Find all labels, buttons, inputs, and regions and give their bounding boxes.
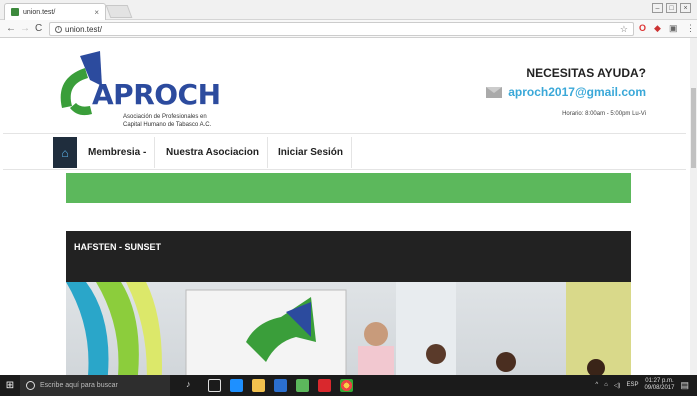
new-tab-button[interactable] — [105, 5, 133, 18]
nav-item-asociacion[interactable]: Nuestra Asociacion — [158, 137, 268, 168]
close-window-button[interactable]: × — [680, 3, 691, 13]
volume-icon[interactable]: ◁) — [614, 382, 621, 389]
featured-card: HAFSTEN - SUNSET — [66, 231, 631, 375]
tab-close-button[interactable]: × — [94, 8, 99, 17]
app-icon[interactable] — [296, 379, 309, 392]
clock[interactable]: 01:27 p.m. 09/08/2017 — [644, 378, 674, 392]
task-view-icon[interactable] — [208, 379, 221, 392]
clock-date: 09/08/2017 — [644, 385, 675, 391]
search-placeholder: Escribe aquí para buscar — [40, 382, 118, 389]
logo-subtitle: Asociación de Profesionales en — [123, 114, 207, 120]
extension-icon[interactable]: ▣ — [669, 23, 678, 34]
reload-icon[interactable]: C — [35, 23, 42, 34]
main-navigation: ⌂ Membresia - Nuestra Asociacion Iniciar… — [3, 133, 686, 170]
back-arrow-icon[interactable]: ← — [6, 23, 16, 34]
scrollbar-thumb[interactable] — [691, 88, 696, 168]
browser-tab[interactable]: union.test/ × — [4, 3, 106, 20]
card-title: HAFSTEN - SUNSET — [66, 231, 631, 282]
mail-icon — [486, 86, 503, 98]
windows-start-icon[interactable]: ⊞ — [0, 375, 20, 396]
logo-subtitle: Capital Humano de Tabasco A.C. — [123, 122, 212, 128]
green-banner — [66, 173, 631, 203]
minimize-button[interactable]: – — [652, 3, 663, 13]
network-icon[interactable]: ⌂ — [604, 382, 608, 388]
info-icon[interactable]: i — [55, 25, 62, 33]
email-text: aproch2017@gmail.com — [508, 85, 646, 99]
card-image — [66, 282, 631, 375]
opera-extension-icon[interactable]: O — [639, 23, 646, 33]
bookmark-star-icon[interactable]: ☆ — [620, 24, 628, 35]
taskbar-apps: ♪ — [170, 379, 353, 392]
edge-icon[interactable] — [230, 379, 243, 392]
taskbar-search[interactable]: Escribe aquí para buscar — [20, 375, 170, 396]
forward-arrow-icon[interactable]: → — [20, 23, 30, 34]
help-email-link[interactable]: aproch2017@gmail.com — [486, 85, 646, 99]
clock-time: 01:27 p.m. — [645, 378, 674, 384]
chrome-icon[interactable] — [340, 379, 353, 392]
aproch-logo[interactable]: APROCH Asociación de Profesionales en Ca… — [50, 48, 221, 128]
notifications-icon[interactable]: ▤ — [680, 380, 689, 391]
file-explorer-icon[interactable] — [252, 379, 265, 392]
search-icon — [26, 381, 35, 390]
nav-item-login[interactable]: Iniciar Sesión — [270, 137, 353, 168]
url-text: union.test/ — [65, 24, 102, 34]
tray-arrow-icon[interactable]: ^ — [595, 382, 598, 388]
web-page: APROCH Asociación de Profesionales en Ca… — [0, 38, 690, 375]
favicon-icon — [11, 8, 19, 16]
language-indicator[interactable]: ESP — [626, 382, 638, 388]
page-scrollbar[interactable] — [690, 38, 697, 375]
system-tray: ^ ⌂ ◁) ESP 01:27 p.m. 09/08/2017 ▤ — [595, 378, 689, 392]
acrobat-icon[interactable] — [318, 379, 331, 392]
nav-home-button[interactable]: ⌂ — [53, 137, 77, 168]
window-controls: – □ × — [652, 3, 691, 13]
office-hours: Horario: 8:00am - 5:00pm Lu-Vi — [562, 111, 646, 117]
browser-tab-bar: union.test/ × – □ × — [0, 0, 697, 20]
menu-dots-icon[interactable]: ⋮ — [686, 23, 695, 34]
store-icon[interactable] — [274, 379, 287, 392]
windows-taskbar: ⊞ Escribe aquí para buscar ♪ ^ ⌂ ◁) ESP … — [0, 375, 697, 396]
help-heading: NECESITAS AYUDA? — [526, 66, 646, 80]
mic-icon[interactable]: ♪ — [186, 379, 199, 392]
card-photo — [66, 282, 631, 375]
logo-wordmark: APROCH — [92, 78, 221, 111]
tab-title: union.test/ — [23, 8, 56, 16]
home-icon: ⌂ — [61, 145, 69, 160]
maximize-button[interactable]: □ — [666, 3, 677, 13]
address-bar: ← → C i union.test/ ☆ O ◆ ▣ ⋮ — [0, 20, 697, 38]
url-input[interactable]: i union.test/ ☆ — [49, 22, 634, 36]
nav-item-membresia[interactable]: Membresia - — [80, 137, 156, 168]
shield-extension-icon[interactable]: ◆ — [654, 23, 661, 34]
